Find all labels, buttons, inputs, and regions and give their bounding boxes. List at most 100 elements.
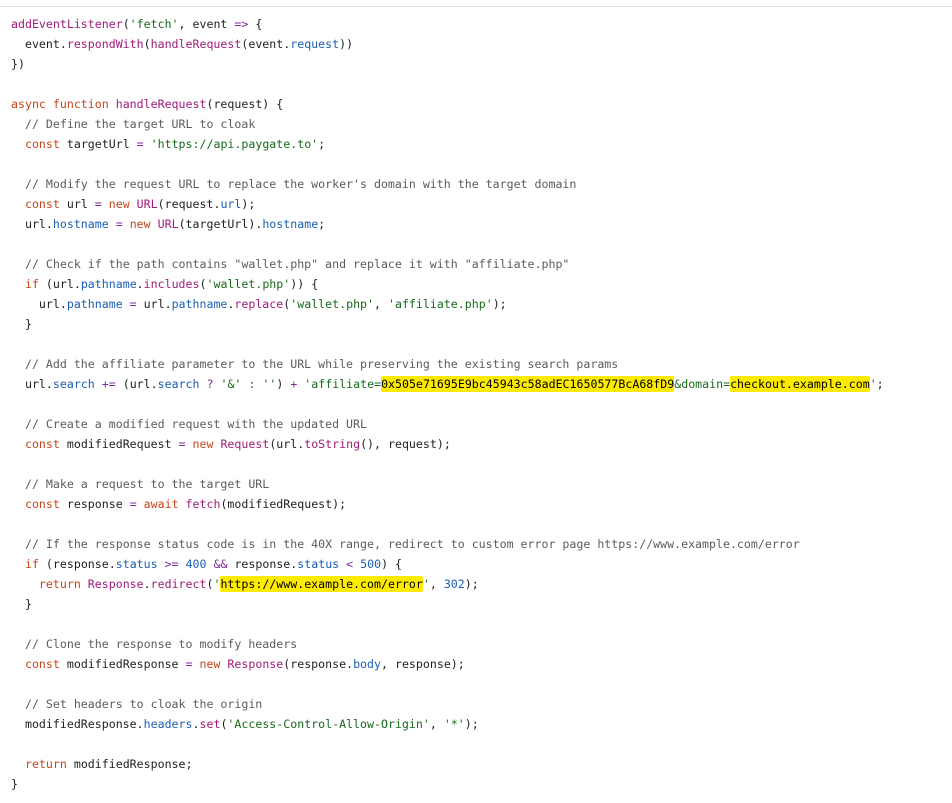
code-token: (	[122, 17, 130, 31]
code-token: modifiedResponse;	[73, 757, 193, 771]
code-line: // Create a modified request with the up…	[11, 414, 946, 434]
code-token: status	[297, 557, 340, 571]
code-token: );	[492, 297, 507, 311]
highlighted-token: https://www.example.com/error	[220, 576, 423, 592]
code-token: handleRequest	[150, 37, 242, 51]
code-token: (response.	[45, 557, 116, 571]
code-token: status	[115, 557, 158, 571]
code-token: // Check if the path contains "wallet.ph…	[24, 257, 570, 271]
code-token: body	[353, 657, 381, 671]
code-token: addEventListener	[11, 17, 123, 31]
code-token: search	[157, 377, 200, 391]
code-token: if	[24, 277, 46, 291]
code-token: url	[66, 197, 95, 211]
code-token: '	[869, 377, 877, 391]
code-token: request	[290, 37, 340, 51]
code-line: }	[11, 594, 946, 614]
code-line: url.hostname = new URL(targetUrl).hostna…	[11, 214, 946, 234]
code-token: =	[185, 657, 193, 671]
code-line: modifiedResponse.headers.set('Access-Con…	[11, 714, 946, 734]
code-token: ,	[429, 577, 444, 591]
code-token: =	[94, 197, 102, 211]
code-line: const modifiedResponse = new Response(re…	[11, 654, 946, 674]
code-block[interactable]: addEventListener('fetch', event => { eve…	[11, 14, 946, 794]
code-token: if	[24, 557, 46, 571]
code-token: // Make a request to the target URL	[24, 477, 270, 491]
code-token: ) {	[381, 557, 403, 571]
code-token: toString	[304, 437, 361, 451]
code-token: function	[52, 97, 116, 111]
code-token: // Create a modified request with the up…	[24, 417, 367, 431]
code-line: // Clone the response to modify headers	[11, 634, 946, 654]
code-token: // If the response status code is in the…	[24, 537, 800, 551]
code-token: // Set headers to cloak the origin	[24, 697, 263, 711]
code-token: URL	[157, 217, 179, 231]
code-token: 500	[360, 557, 382, 571]
code-token: modifiedRequest	[66, 437, 179, 451]
code-token: 302	[443, 577, 465, 591]
code-token: pathname	[171, 297, 228, 311]
code-line: if (url.pathname.includes('wallet.php'))…	[11, 274, 946, 294]
code-token: new	[192, 437, 221, 451]
highlighted-token: checkout.example.com	[730, 376, 870, 392]
code-line: const url = new URL(request.url);	[11, 194, 946, 214]
code-token: const	[24, 497, 67, 511]
code-token: })	[11, 57, 25, 71]
code-token: (url.	[269, 437, 305, 451]
code-token: set	[199, 717, 221, 731]
code-line: const modifiedRequest = new Request(url.…	[11, 434, 946, 454]
code-token: includes	[143, 277, 200, 291]
code-token: replace	[234, 297, 284, 311]
code-token: Response	[227, 657, 284, 671]
code-token: new	[129, 217, 158, 231]
code-token: headers	[143, 717, 193, 731]
code-line: // Add the affiliate parameter to the UR…	[11, 354, 946, 374]
code-line: })	[11, 54, 946, 74]
code-token: '*'	[443, 717, 465, 731]
code-token: modifiedResponse	[66, 657, 186, 671]
code-token: (request.	[157, 197, 221, 211]
code-token: return	[38, 577, 88, 591]
code-token: 'Access-Control-Allow-Origin'	[227, 717, 430, 731]
code-token: const	[24, 437, 67, 451]
code-token: hostname	[262, 217, 319, 231]
code-token: 'https://api.paygate.to'	[150, 137, 319, 151]
code-token: );	[241, 197, 256, 211]
code-token: )	[276, 377, 291, 391]
code-token: =	[129, 497, 137, 511]
code-token: =	[178, 437, 186, 451]
code-token: (response.	[283, 657, 354, 671]
code-token: fetch	[185, 497, 221, 511]
code-token: 'wallet.php'	[206, 277, 291, 291]
code-token: '	[422, 577, 430, 591]
code-token: )) {	[290, 277, 319, 291]
code-token: url.	[11, 217, 53, 231]
code-token: pathname	[80, 277, 137, 291]
code-token: Request	[220, 437, 270, 451]
code-token: ;	[318, 217, 326, 231]
code-token: .	[143, 577, 151, 591]
code-line: url.pathname = url.pathname.replace('wal…	[11, 294, 946, 314]
code-token: url.	[11, 297, 67, 311]
code-line: // Set headers to cloak the origin	[11, 694, 946, 714]
code-token: const	[24, 657, 67, 671]
